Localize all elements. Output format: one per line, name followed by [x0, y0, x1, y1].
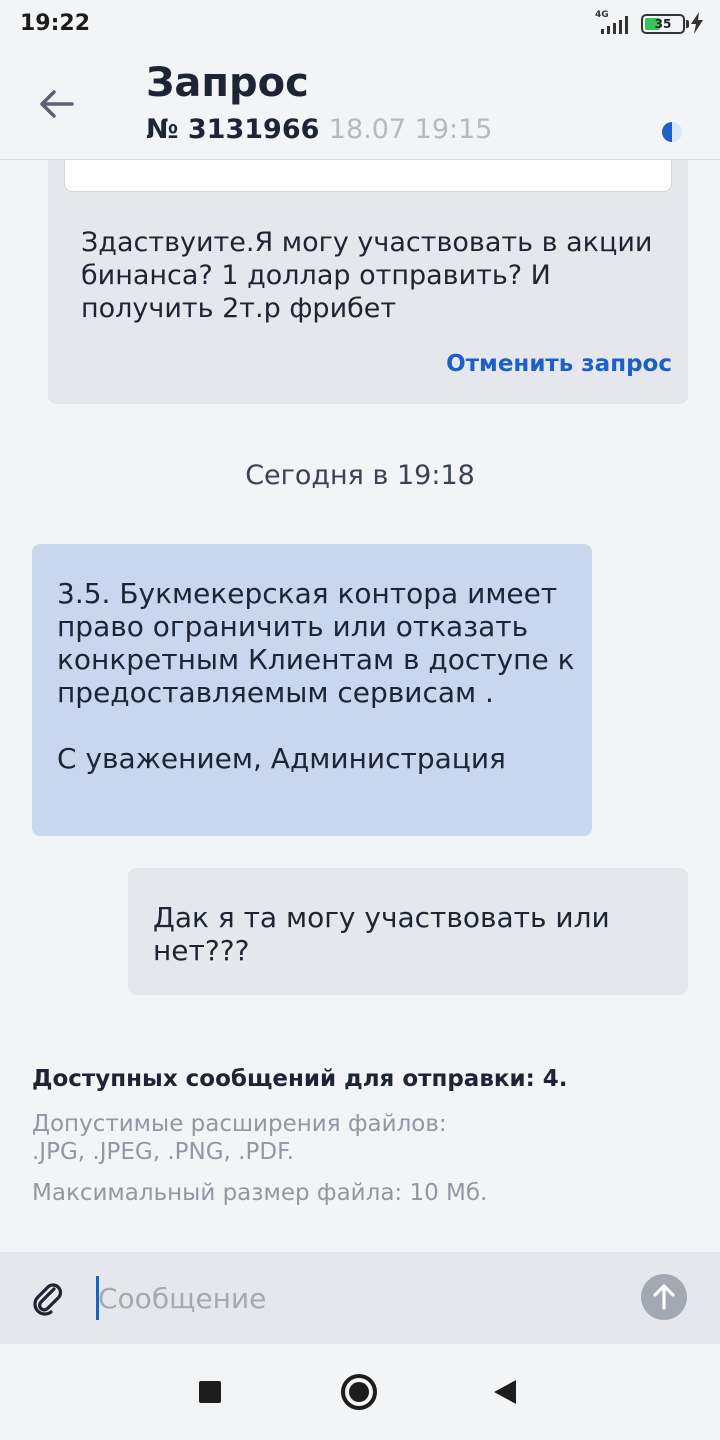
message-input[interactable] [98, 1276, 618, 1320]
page-title: Запрос [146, 60, 309, 106]
status-time: 19:22 [20, 11, 91, 36]
home-icon[interactable] [341, 1374, 377, 1410]
recent-apps-icon[interactable] [199, 1381, 221, 1403]
request-number: № 3131966 [146, 114, 320, 145]
status-bar: 19:22 4G 35 [0, 0, 720, 50]
user-message-text: Дак я та могу участвовать или нет??? [153, 901, 610, 967]
send-button[interactable] [641, 1274, 687, 1320]
first-message-text: Здаствуите.Я могу участвовать в акции би… [81, 227, 653, 324]
charging-icon [691, 12, 703, 34]
date-separator: Сегодня в 19:18 [245, 460, 475, 491]
messages-left-label: Доступных сообщений для отправки: 4. [32, 1066, 568, 1092]
request-status-icon [662, 122, 682, 142]
cancel-request-button[interactable]: Отменить запрос [446, 351, 672, 377]
first-message-card: Здаствуите.Я могу участвовать в акции би… [48, 160, 688, 404]
attach-file-icon[interactable] [30, 1280, 66, 1316]
header: Запрос № 3131966 18.07 19:15 [0, 50, 720, 160]
request-date: 18.07 19:15 [328, 114, 493, 145]
send-arrow-icon [653, 1284, 675, 1310]
max-file-size-label: Максимальный размер файла: 10 Мб. [32, 1180, 488, 1206]
admin-message-bubble: 3.5. Букмекерская контора имеет право ог… [32, 544, 592, 836]
message-composer [0, 1252, 720, 1344]
user-message-bubble: Дак я та могу участвовать или нет??? [128, 868, 688, 995]
battery-level: 35 [654, 17, 672, 31]
allowed-extensions-label: Допустимые расширения файлов: .JPG, .JPE… [32, 1111, 447, 1165]
request-subtitle: № 3131966 18.07 19:15 [146, 114, 492, 145]
battery-icon: 35 [641, 14, 689, 34]
system-back-icon[interactable] [494, 1380, 516, 1404]
attachment-box [64, 160, 672, 192]
admin-message-text: 3.5. Букмекерская контора имеет право ог… [57, 577, 575, 775]
system-nav-bar [0, 1344, 720, 1440]
back-arrow-icon[interactable] [36, 88, 76, 120]
signal-icon: 4G [593, 10, 629, 36]
